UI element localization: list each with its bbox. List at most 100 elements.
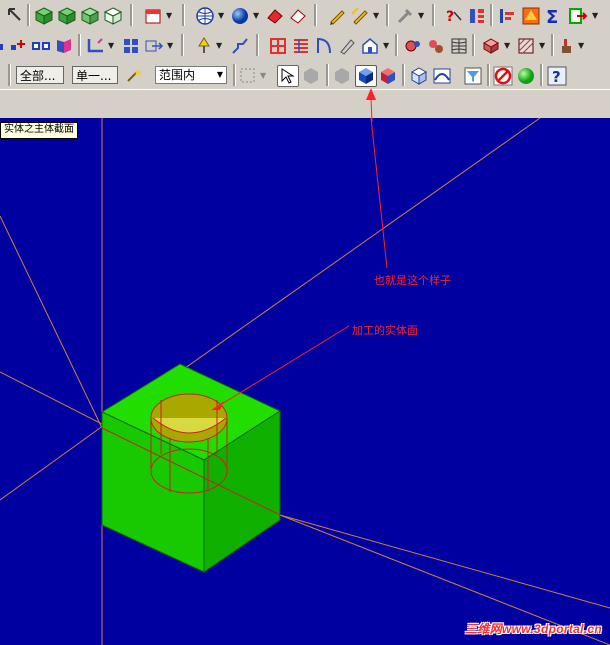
annotation-arrow-to-toolbar xyxy=(366,88,376,122)
tooltip: 实体之主体截面 xyxy=(0,122,78,139)
dropdown-arrow-icon[interactable]: ▼ xyxy=(218,11,224,20)
toolbar-separator xyxy=(432,4,435,26)
stairs-icon[interactable] xyxy=(230,36,250,56)
toolbar-separator xyxy=(78,34,81,56)
grid-icon[interactable] xyxy=(121,36,141,56)
main-toolbar-row-1: ▼ ▼ ▼ ▼ ▼ ? Σ ▼ xyxy=(0,0,610,32)
hatch-cube-icon[interactable] xyxy=(516,36,536,56)
scene-canvas xyxy=(0,118,610,645)
tag-icon[interactable] xyxy=(337,36,357,56)
cube-green-icon[interactable] xyxy=(80,6,100,26)
selection-toolbar: 全部... 单一... 范围内 ▼ ▼ ? xyxy=(0,61,610,90)
toolbar-separator xyxy=(540,64,543,86)
arc-icon[interactable] xyxy=(314,36,334,56)
add-point-icon[interactable] xyxy=(8,36,28,56)
align-icon[interactable] xyxy=(498,6,518,26)
dropdown-arrow-icon[interactable]: ▼ xyxy=(253,11,259,20)
pin-gray-icon[interactable] xyxy=(395,6,415,26)
stop-icon[interactable] xyxy=(493,66,513,86)
points-pair-icon[interactable] xyxy=(31,36,51,56)
green-ball-icon[interactable] xyxy=(516,66,536,86)
cube-green-icon[interactable] xyxy=(34,6,54,26)
select-all-button[interactable]: 全部... xyxy=(16,66,64,84)
annotation-machined-face: 加工的实体面 xyxy=(352,324,418,337)
highlighter-icon[interactable] xyxy=(350,6,370,26)
flag-icon[interactable] xyxy=(54,36,74,56)
status-strip xyxy=(0,89,610,119)
paint-bucket-icon[interactable] xyxy=(558,36,578,56)
gear-red-icon[interactable] xyxy=(403,36,423,56)
watermark: 三维网www.3dportal.cn xyxy=(465,622,602,636)
dropdown-arrow-icon[interactable]: ▼ xyxy=(167,41,173,50)
axis-line xyxy=(0,215,103,429)
range-select-value: 范围内 xyxy=(159,68,196,82)
dropdown-arrow-icon[interactable]: ▼ xyxy=(260,71,266,80)
export-icon[interactable] xyxy=(568,6,588,26)
render-cube-icon[interactable] xyxy=(481,36,501,56)
dropdown-arrow-icon[interactable]: ▼ xyxy=(578,41,584,50)
arrow-up-left-icon[interactable] xyxy=(6,6,26,26)
dropdown-arrow-icon[interactable]: ▼ xyxy=(166,11,172,20)
dropdown-arrow-icon[interactable]: ▼ xyxy=(539,41,545,50)
dotted-box-icon[interactable] xyxy=(238,66,258,86)
svg-text:?: ? xyxy=(552,68,561,86)
sigma-icon[interactable]: Σ xyxy=(544,6,564,26)
toolbar-separator xyxy=(182,4,185,26)
dropdown-arrow-icon[interactable]: ▼ xyxy=(373,11,379,20)
select-arrow-icon[interactable] xyxy=(277,65,299,87)
dropdown-arrow-icon[interactable]: ▼ xyxy=(418,11,424,20)
dropdown-arrow-icon[interactable]: ▼ xyxy=(383,41,389,50)
shaded-cube-icon[interactable] xyxy=(355,65,377,87)
toolbar-separator xyxy=(395,34,398,56)
toolbar-separator xyxy=(27,4,30,26)
toolbar-separator xyxy=(314,4,317,26)
range-select[interactable]: 范围内 ▼ xyxy=(155,66,227,84)
toolbar-separator xyxy=(233,64,236,86)
shaded-cube-red-icon[interactable] xyxy=(378,66,398,86)
wire-globe-icon[interactable] xyxy=(449,36,469,56)
dropdown-arrow-icon[interactable]: ▼ xyxy=(592,11,598,20)
toolbar-separator xyxy=(181,34,184,56)
annotation-leader-line xyxy=(211,325,350,411)
svg-text:Σ: Σ xyxy=(546,7,558,26)
lamp-icon[interactable] xyxy=(194,36,214,56)
house-icon[interactable] xyxy=(360,36,380,56)
graphics-viewport[interactable]: 也就是这个样子 加工的实体面 三维网www.3dportal.cn xyxy=(0,118,610,645)
toolbar-separator xyxy=(402,64,405,86)
cube-green-icon[interactable] xyxy=(57,6,77,26)
dropdown-arrow-icon[interactable]: ▼ xyxy=(216,41,222,50)
magic-wand-icon[interactable] xyxy=(124,65,144,85)
question-pointer-icon[interactable]: ? xyxy=(444,6,464,26)
svg-text:?: ? xyxy=(446,9,454,25)
orange-shape-icon[interactable] xyxy=(521,6,541,26)
help-icon[interactable]: ? xyxy=(547,66,567,86)
dropdown-arrow-icon[interactable]: ▼ xyxy=(504,41,510,50)
main-toolbar-row-2: ▼ ▼ ▼ ▼ ▼ ▼ ▼ xyxy=(0,31,610,62)
sphere-icon[interactable] xyxy=(230,6,250,26)
filter-check-icon[interactable] xyxy=(463,66,483,86)
globe-icon[interactable] xyxy=(195,6,215,26)
box-red-icon[interactable] xyxy=(143,6,163,26)
frame-icon[interactable] xyxy=(268,36,288,56)
wire-cube-icon[interactable] xyxy=(409,66,429,86)
hex-gray-icon[interactable] xyxy=(301,66,321,86)
hierarchy-icon[interactable] xyxy=(467,6,487,26)
gears-icon[interactable] xyxy=(426,36,446,56)
eraser-outline-icon[interactable] xyxy=(288,6,308,26)
pencil-icon[interactable] xyxy=(327,6,347,26)
toolbar-separator xyxy=(256,34,259,56)
corner-icon[interactable] xyxy=(86,36,106,56)
table-icon[interactable] xyxy=(291,36,311,56)
arrow-right-box-icon[interactable] xyxy=(144,36,164,56)
axis-line xyxy=(0,427,101,501)
eraser-icon[interactable] xyxy=(265,6,285,26)
annotation-leader-line xyxy=(370,118,388,269)
toolbar-separator xyxy=(487,64,490,86)
toolbar-separator xyxy=(130,4,133,26)
dropdown-arrow-icon[interactable]: ▼ xyxy=(108,41,114,50)
cube-outline-icon[interactable] xyxy=(103,6,123,26)
toolbar-separator xyxy=(490,4,493,26)
surface-icon[interactable] xyxy=(432,66,452,86)
select-single-button[interactable]: 单一... xyxy=(72,66,118,84)
hex-gray-icon[interactable] xyxy=(332,66,352,86)
